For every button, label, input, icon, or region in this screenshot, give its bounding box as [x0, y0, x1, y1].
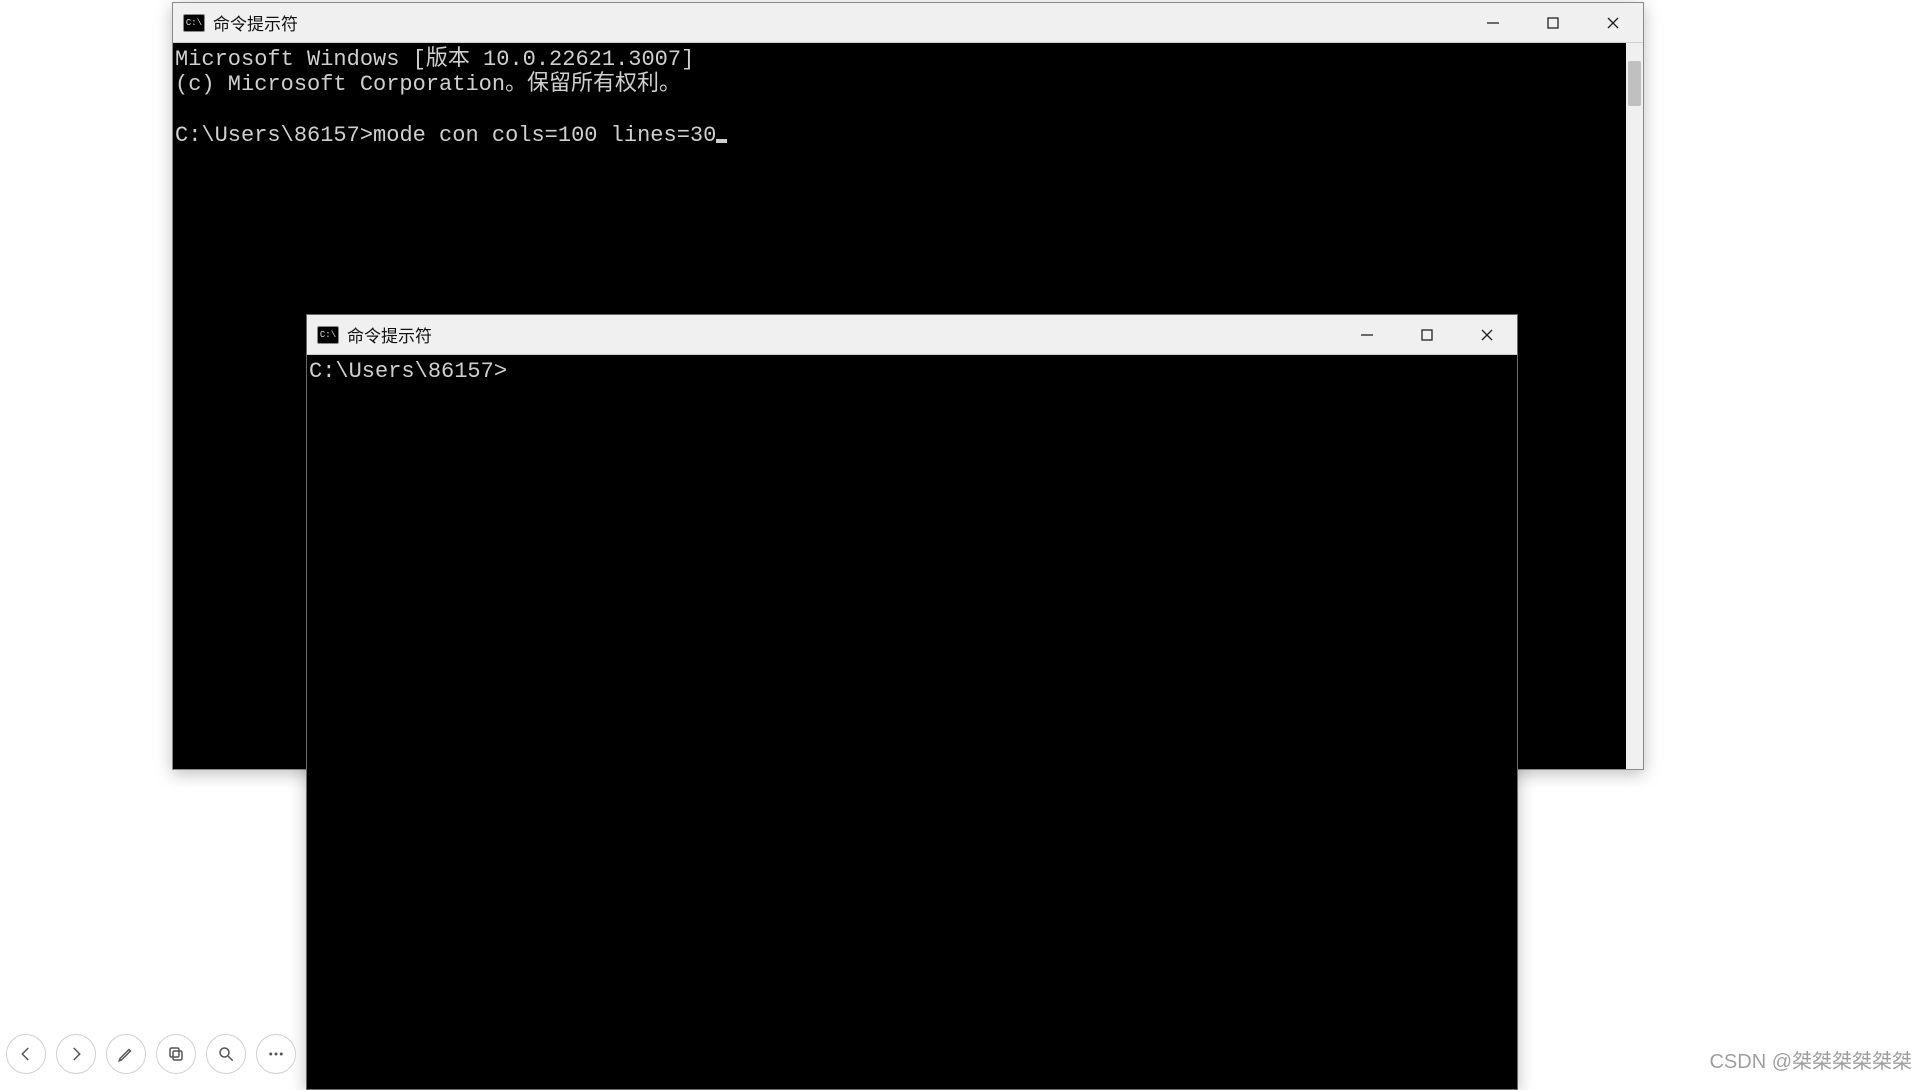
cmd-app-icon: C:\ — [317, 326, 339, 344]
window-title: 命令提示符 — [213, 10, 1463, 35]
image-viewer-toolbar — [6, 1034, 296, 1074]
ellipsis-icon — [267, 1045, 285, 1063]
terminal-output[interactable]: C:\Users\86157> — [307, 355, 1517, 1089]
minimize-icon — [1360, 328, 1374, 342]
minimize-button[interactable] — [1337, 315, 1397, 354]
maximize-button[interactable] — [1397, 315, 1457, 354]
window-controls — [1337, 315, 1517, 354]
pencil-icon — [117, 1045, 135, 1063]
chevron-left-icon — [17, 1045, 35, 1063]
scrollbar[interactable] — [1626, 43, 1643, 769]
terminal-line: (c) Microsoft Corporation。保留所有权利。 — [175, 72, 681, 97]
scrollbar-thumb[interactable] — [1628, 61, 1641, 106]
maximize-icon — [1546, 16, 1560, 30]
zoom-button[interactable] — [206, 1034, 246, 1074]
maximize-button[interactable] — [1523, 3, 1583, 42]
cmd-window-front: C:\ 命令提示符 C:\Users\86157> — [306, 314, 1518, 1090]
watermark: CSDN @桀桀桀桀桀桀 — [1709, 1045, 1912, 1074]
next-button[interactable] — [56, 1034, 96, 1074]
edit-button[interactable] — [106, 1034, 146, 1074]
close-icon — [1480, 328, 1494, 342]
magnifier-icon — [217, 1045, 235, 1063]
close-icon — [1606, 16, 1620, 30]
copy-button[interactable] — [156, 1034, 196, 1074]
maximize-icon — [1420, 328, 1434, 342]
window-controls — [1463, 3, 1643, 42]
chevron-right-icon — [67, 1045, 85, 1063]
terminal-prompt: C:\Users\86157> — [309, 359, 507, 384]
copy-icon — [167, 1045, 185, 1063]
titlebar[interactable]: C:\ 命令提示符 — [307, 315, 1517, 355]
more-button[interactable] — [256, 1034, 296, 1074]
close-button[interactable] — [1583, 3, 1643, 42]
terminal-line: Microsoft Windows [版本 10.0.22621.3007] — [175, 47, 694, 72]
close-button[interactable] — [1457, 315, 1517, 354]
cmd-app-icon: C:\ — [183, 14, 205, 32]
terminal-cursor — [716, 139, 727, 143]
minimize-button[interactable] — [1463, 3, 1523, 42]
minimize-icon — [1486, 16, 1500, 30]
window-title: 命令提示符 — [347, 322, 1337, 347]
terminal-prompt: C:\Users\86157> — [175, 123, 373, 148]
prev-button[interactable] — [6, 1034, 46, 1074]
titlebar[interactable]: C:\ 命令提示符 — [173, 3, 1643, 43]
terminal-command: mode con cols=100 lines=30 — [373, 123, 716, 148]
